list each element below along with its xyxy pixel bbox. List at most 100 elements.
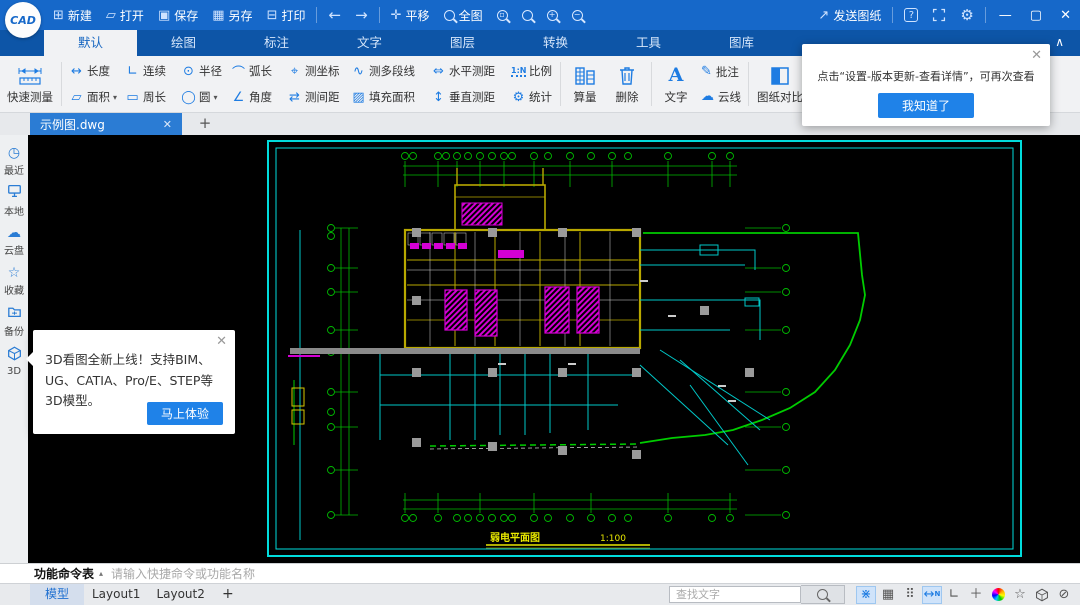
zoom-in-button[interactable]: + bbox=[540, 0, 565, 30]
ribbon-collapse-button[interactable]: ∧ bbox=[1049, 30, 1070, 56]
redo-button[interactable]: → bbox=[348, 0, 375, 30]
save-button[interactable]: ▣ 保存 bbox=[151, 0, 205, 30]
find-text-button[interactable] bbox=[801, 585, 845, 604]
tab-text[interactable]: 文字 bbox=[323, 30, 416, 56]
undo-button[interactable]: ← bbox=[321, 0, 348, 30]
object-snap-toggle[interactable]: ⋇ bbox=[856, 586, 876, 604]
tab-draw[interactable]: 绘图 bbox=[137, 30, 230, 56]
layout-tab-model[interactable]: 模型 bbox=[30, 584, 84, 605]
caret-up-icon[interactable]: ▴ bbox=[94, 569, 111, 578]
quick-measure-button[interactable]: 快速测量 bbox=[2, 58, 58, 110]
measure-coordinate-button[interactable]: ⌖测坐标 bbox=[285, 63, 349, 79]
got-it-button[interactable]: 我知道了 bbox=[878, 93, 974, 118]
add-layout-button[interactable]: + bbox=[213, 584, 243, 605]
measure-arc-button[interactable]: ⌒弧长 bbox=[229, 62, 285, 81]
zoom-extents-button[interactable]: 全图 bbox=[437, 0, 490, 30]
cube-wireframe-icon bbox=[1035, 588, 1049, 602]
tab-close-icon[interactable]: ✕ bbox=[163, 118, 172, 131]
radius-icon: ⊙ bbox=[181, 64, 196, 79]
sidebar-item-3d[interactable]: 3D bbox=[0, 341, 28, 381]
measure-polyline-button[interactable]: ∿测多段线 bbox=[349, 63, 429, 79]
try-now-button[interactable]: 马上体验 bbox=[147, 402, 223, 425]
save-as-icon: ▦ bbox=[212, 9, 224, 22]
coordinate-icon: ⌖ bbox=[287, 64, 302, 79]
zoom-window-button[interactable]: ▫ bbox=[490, 0, 515, 30]
tab-layer[interactable]: 图层 bbox=[416, 30, 509, 56]
dot-grid-toggle[interactable]: ⠿ bbox=[900, 586, 920, 604]
delete-button[interactable]: 删除 bbox=[606, 58, 648, 110]
sidebar-item-favorites[interactable]: ☆ 收藏 bbox=[0, 261, 28, 301]
tab-convert[interactable]: 转换 bbox=[509, 30, 602, 56]
minimize-button[interactable]: — bbox=[990, 0, 1021, 30]
sidebar-item-recent[interactable]: ◷ 最近 bbox=[0, 141, 28, 181]
send-drawing-button[interactable]: ↗ 发送图纸 bbox=[811, 0, 888, 30]
measure-spacing-button[interactable]: ⇄测间距 bbox=[285, 89, 349, 105]
clock-icon: ◷ bbox=[8, 146, 20, 160]
sidebar-item-backup[interactable]: 备份 bbox=[0, 301, 28, 341]
folder-backup-icon bbox=[7, 305, 22, 321]
zoom-scale-icon bbox=[522, 10, 533, 21]
tab-tools[interactable]: 工具 bbox=[602, 30, 695, 56]
command-table-label[interactable]: 功能命令表 bbox=[0, 565, 94, 582]
quantity-takeoff-button[interactable]: 算量 bbox=[564, 58, 606, 110]
separator bbox=[985, 7, 986, 23]
sidebar-item-local[interactable]: 本地 bbox=[0, 181, 28, 221]
new-document-tab-button[interactable]: + bbox=[192, 113, 218, 135]
measure-area-button[interactable]: ▱面积▾ bbox=[67, 89, 123, 105]
popup-close-icon[interactable]: ✕ bbox=[1031, 48, 1042, 63]
crosshair-toggle[interactable]: ＋ bbox=[966, 586, 986, 604]
print-icon: ⊟ bbox=[267, 9, 278, 22]
text-tool-button[interactable]: A 文字 bbox=[655, 58, 697, 110]
maximize-button[interactable]: ▢ bbox=[1021, 0, 1051, 30]
pan-button[interactable]: ✛ 平移 bbox=[384, 0, 437, 30]
command-input[interactable] bbox=[111, 567, 1080, 581]
revision-cloud-button[interactable]: ☁云线 bbox=[697, 84, 745, 109]
scale-button[interactable]: 1:N比例 bbox=[509, 63, 557, 79]
save-as-button[interactable]: ▦ 另存 bbox=[205, 0, 259, 30]
ortho-toggle[interactable]: ∟ bbox=[944, 586, 964, 604]
grid-toggle[interactable]: ▦ bbox=[878, 586, 898, 604]
measure-radius-button[interactable]: ⊙半径 bbox=[179, 63, 229, 79]
quantity-columns-icon bbox=[574, 64, 596, 88]
status-bar: 模型 Layout1 Layout2 + ⋇ ▦ ⠿ ↔N ∟ ＋ ☆ ⊘ bbox=[0, 583, 1080, 605]
3d-view-button[interactable] bbox=[1032, 586, 1052, 604]
measure-continuous-button[interactable]: ∟连续 bbox=[123, 63, 179, 79]
document-tab[interactable]: 示例图.dwg ✕ bbox=[30, 113, 182, 135]
annotate-button[interactable]: ✎批注 bbox=[697, 59, 745, 84]
measure-horizontal-button[interactable]: ⇔水平测距 bbox=[429, 63, 509, 79]
drawing-compare-button[interactable]: 图纸对比 bbox=[752, 58, 808, 110]
settings-button[interactable]: ⚙ bbox=[953, 0, 980, 30]
measure-angle-button[interactable]: ∠角度 bbox=[229, 89, 285, 105]
statistics-button[interactable]: ⚙统计 bbox=[509, 89, 557, 105]
measure-scale-toggle[interactable]: ↔N bbox=[922, 586, 942, 604]
crosshair-icon: ＋ bbox=[969, 588, 982, 601]
layout-tab-layout2[interactable]: Layout2 bbox=[148, 584, 212, 605]
zoom-scale-button[interactable] bbox=[515, 0, 540, 30]
close-button[interactable]: ✕ bbox=[1051, 0, 1080, 30]
new-button[interactable]: ⊞ 新建 bbox=[46, 0, 99, 30]
star-icon: ☆ bbox=[1014, 588, 1026, 601]
sidebar-item-cloud[interactable]: ☁ 云盘 bbox=[0, 221, 28, 261]
zoom-out-button[interactable]: − bbox=[565, 0, 590, 30]
measure-length-button[interactable]: ↔长度 bbox=[67, 63, 123, 79]
measure-perimeter-button[interactable]: ▭周长 bbox=[123, 89, 179, 105]
measure-circle-button[interactable]: ◯圆▾ bbox=[179, 89, 229, 105]
tab-library[interactable]: 图库 bbox=[695, 30, 788, 56]
tab-dimension[interactable]: 标注 bbox=[230, 30, 323, 56]
measure-hatch-area-button[interactable]: ▨填充面积 bbox=[349, 89, 429, 105]
fullscreen-button[interactable] bbox=[925, 0, 953, 30]
favorite-toggle[interactable]: ☆ bbox=[1010, 586, 1030, 604]
new-file-icon: ⊞ bbox=[53, 9, 64, 22]
background-color-button[interactable] bbox=[988, 586, 1008, 604]
open-button[interactable]: ▱ 打开 bbox=[99, 0, 151, 30]
redo-icon: → bbox=[355, 8, 368, 23]
help-button[interactable]: ? bbox=[897, 0, 925, 30]
tab-default[interactable]: 默认 bbox=[44, 30, 137, 56]
find-text-input[interactable] bbox=[669, 586, 801, 603]
layout-tab-layout1[interactable]: Layout1 bbox=[84, 584, 148, 605]
sketch-mode-button[interactable]: ⊘ bbox=[1054, 586, 1074, 604]
popup-close-icon[interactable]: ✕ bbox=[216, 334, 227, 349]
magnifier-icon bbox=[444, 10, 455, 21]
print-button[interactable]: ⊟ 打印 bbox=[260, 0, 313, 30]
measure-vertical-button[interactable]: ↕垂直测距 bbox=[429, 89, 509, 105]
